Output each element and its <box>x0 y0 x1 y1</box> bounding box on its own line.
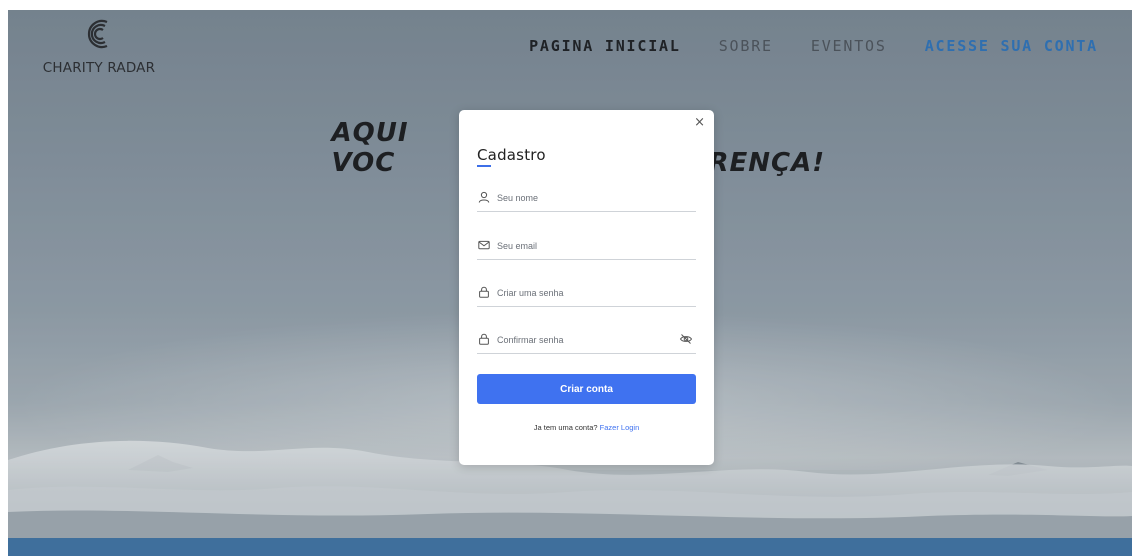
login-prompt: Ja tem uma conta? Fazer Login <box>459 423 714 432</box>
name-field <box>477 188 696 212</box>
login-link[interactable]: Fazer Login <box>600 423 640 432</box>
name-input[interactable] <box>497 188 673 208</box>
login-prompt-text: Ja tem uma conta? <box>533 423 598 432</box>
create-account-button[interactable]: Criar conta <box>477 374 696 404</box>
lock-icon <box>479 286 489 298</box>
user-icon <box>478 191 490 203</box>
password-field <box>477 283 696 307</box>
charity-radar-logo-icon <box>87 19 108 49</box>
nav-eventos[interactable]: EVENTOS <box>811 37 887 55</box>
nav-acesse-sua-conta[interactable]: ACESSE SUA CONTA <box>925 37 1098 55</box>
signup-modal: × Cadastro Seu nome Seu email Criar cont… <box>459 110 714 465</box>
nav-sobre[interactable]: SOBRE <box>719 37 773 55</box>
hero-title-left: AQUI VOC <box>331 118 409 178</box>
footer-bar <box>8 538 1132 556</box>
email-input[interactable] <box>497 236 673 256</box>
password-input[interactable] <box>497 283 673 303</box>
page-background: CHARITY RADAR PAGINA INICIAL SOBRE EVENT… <box>8 10 1132 556</box>
modal-title: Cadastro <box>477 146 546 164</box>
confirm-password-input[interactable] <box>497 330 673 350</box>
logo[interactable]: CHARITY RADAR <box>34 16 164 76</box>
logo-text: CHARITY RADAR <box>42 60 156 76</box>
site-header: CHARITY RADAR PAGINA INICIAL SOBRE EVENT… <box>8 10 1132 80</box>
close-icon[interactable]: × <box>694 116 705 130</box>
hero-title-right: RENÇA! <box>708 148 826 178</box>
lock-icon <box>479 333 489 345</box>
nav-pagina-inicial[interactable]: PAGINA INICIAL <box>529 37 681 55</box>
title-underline <box>477 165 491 167</box>
email-field <box>477 236 696 260</box>
confirm-password-field <box>477 330 696 354</box>
eye-off-icon[interactable] <box>679 332 693 346</box>
mail-icon <box>478 240 490 250</box>
main-nav: PAGINA INICIAL SOBRE EVENTOS ACESSE SUA … <box>491 37 1098 55</box>
